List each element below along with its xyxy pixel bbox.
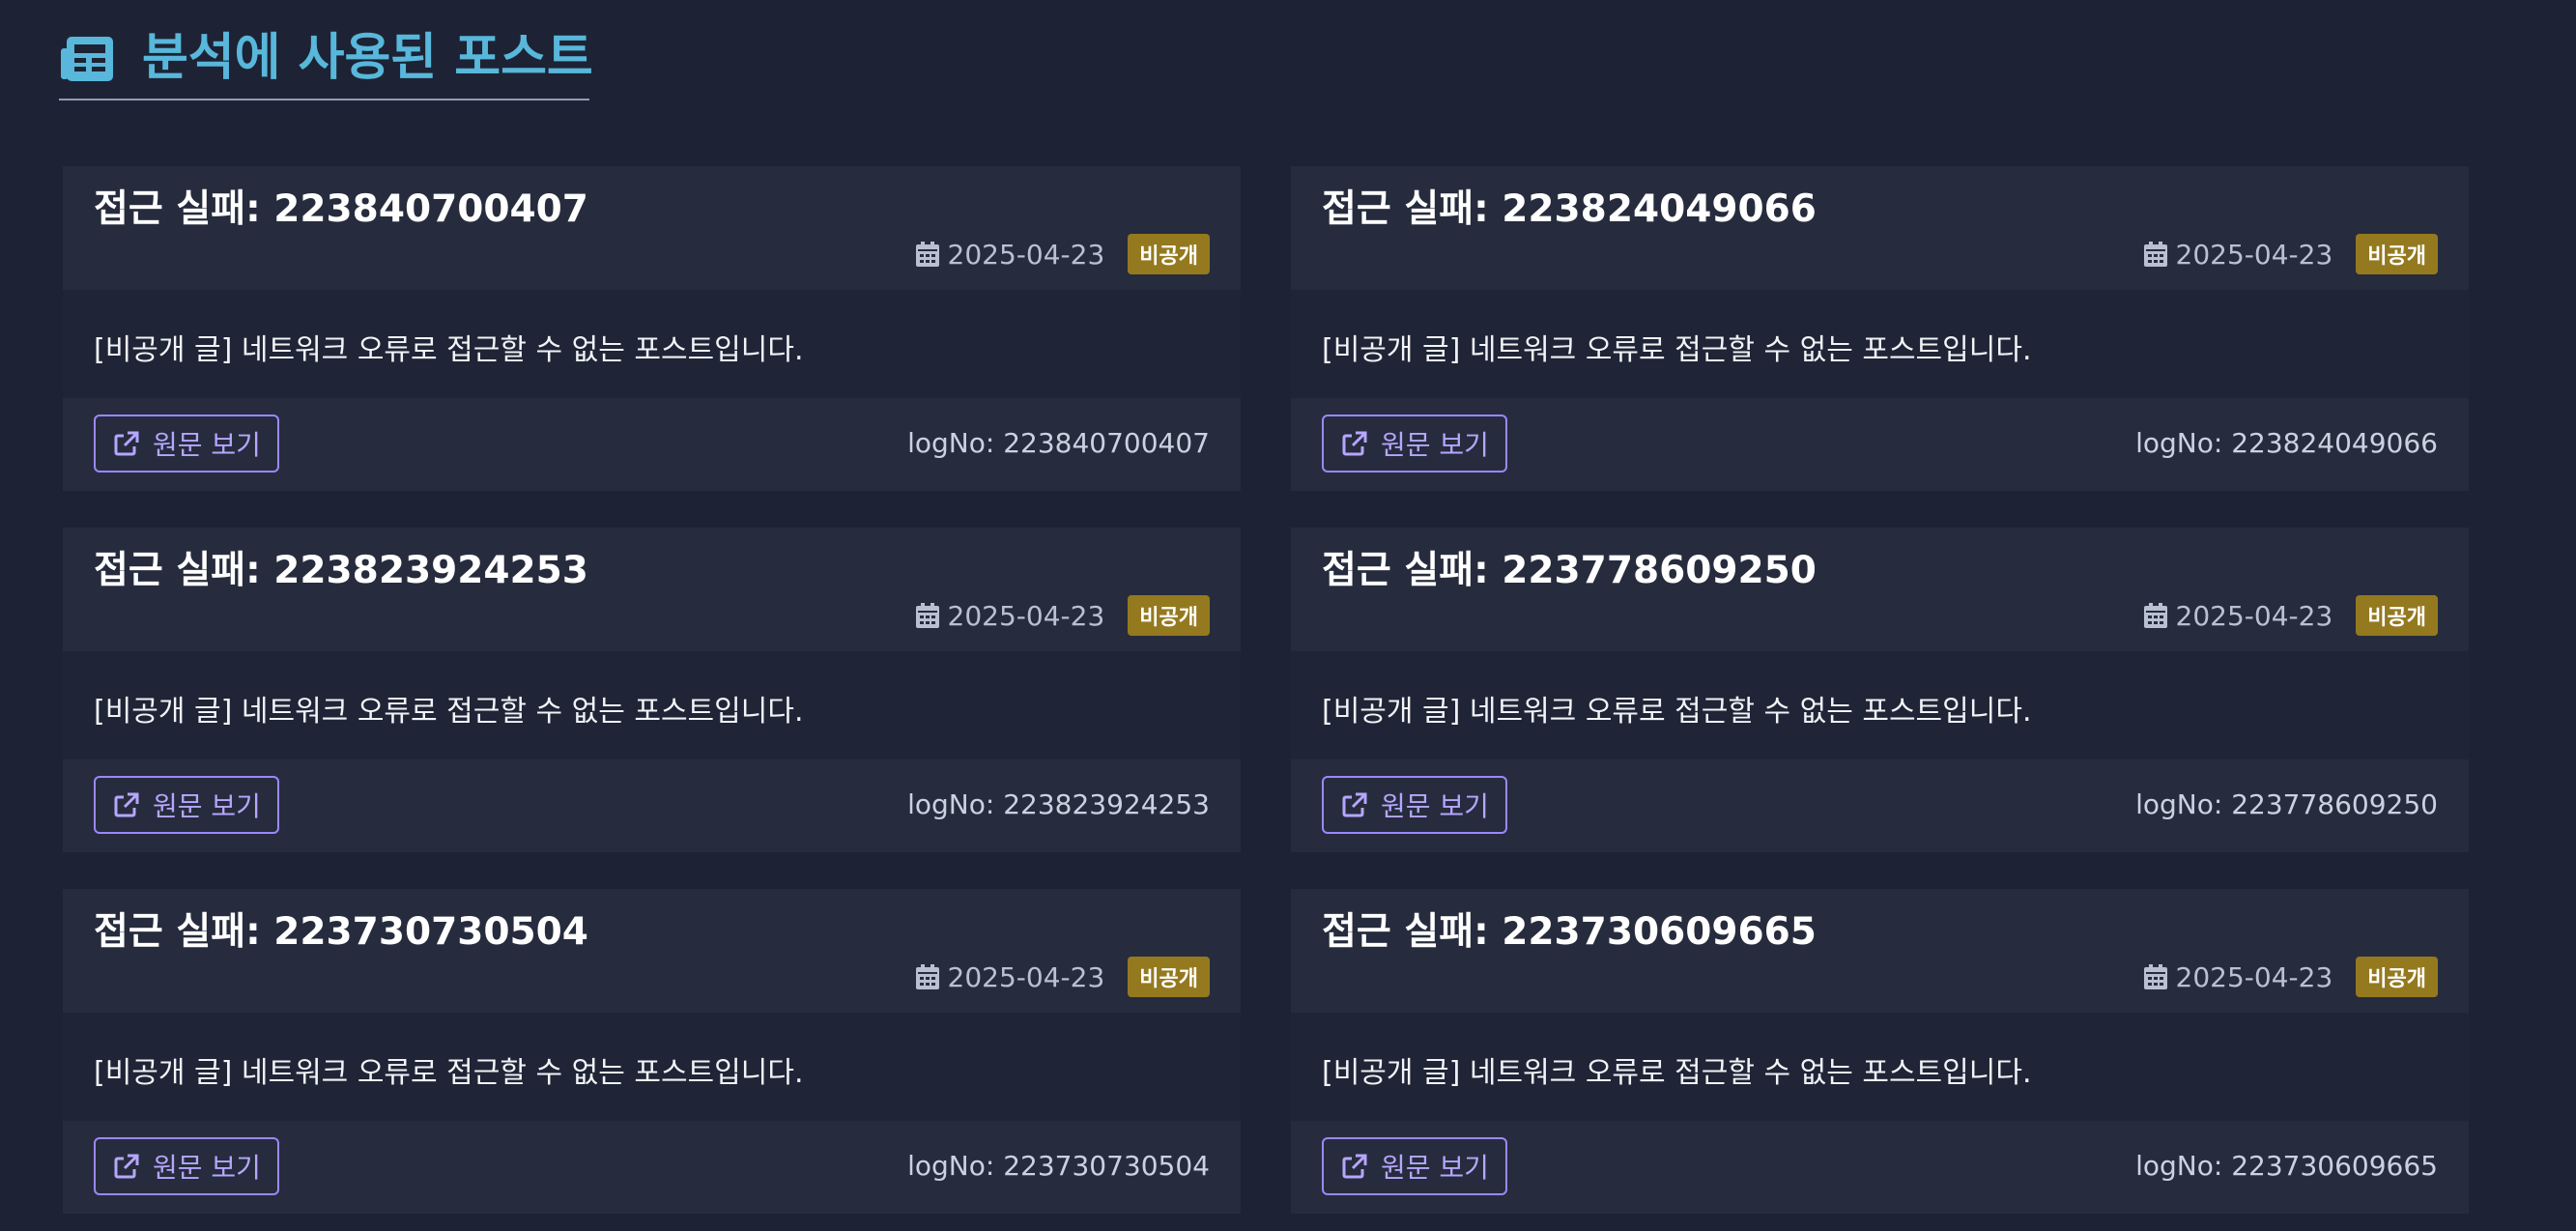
calendar-icon (915, 603, 939, 628)
view-original-label: 원문 보기 (1381, 1152, 1489, 1184)
post-date-text: 2025-04-23 (947, 599, 1105, 632)
external-link-icon (1342, 431, 1367, 456)
post-card: 접근 실패: 223730730504 2025-04-23 비공개 [비공개 … (63, 889, 1241, 1214)
post-title: 접근 실패: 223730730504 (94, 910, 588, 954)
view-original-button[interactable]: 원문 보기 (1322, 415, 1507, 472)
calendar-icon (915, 964, 939, 989)
post-date: 2025-04-23 (2143, 600, 2333, 632)
external-link-icon (114, 1154, 139, 1179)
post-card: 접근 실패: 223823924253 2025-04-23 비공개 [비공개 … (63, 528, 1241, 852)
post-title: 접근 실패: 223823924253 (94, 549, 588, 592)
view-original-label: 원문 보기 (153, 790, 261, 822)
calendar-icon (2143, 964, 2167, 989)
post-card-footer: 원문 보기 logNo: 223730609665 (1291, 1121, 2469, 1214)
post-date-text: 2025-04-23 (2175, 960, 2333, 993)
log-number: logNo: 223824049066 (2135, 427, 2438, 459)
post-date-text: 2025-04-23 (947, 960, 1105, 993)
post-card-footer: 원문 보기 logNo: 223840700407 (63, 398, 1241, 491)
external-link-icon (114, 792, 139, 817)
post-card-header: 접근 실패: 223840700407 2025-04-23 비공개 (63, 166, 1241, 290)
post-title: 접근 실패: 223730609665 (1322, 910, 1817, 954)
newspaper-icon (61, 37, 113, 81)
post-card-header: 접근 실패: 223730730504 2025-04-23 비공개 (63, 889, 1241, 1013)
post-date: 2025-04-23 (915, 238, 1105, 271)
view-original-label: 원문 보기 (153, 1152, 261, 1184)
post-date: 2025-04-23 (2143, 239, 2333, 271)
post-meta: 2025-04-23 비공개 (915, 957, 1210, 997)
log-number: logNo: 223823924253 (907, 788, 1210, 820)
analysis-posts-page: 분석에 사용된 포스트 접근 실패: 223840700407 2025-04-… (0, 0, 2576, 1231)
post-body: [비공개 글] 네트워크 오류로 접근할 수 없는 포스트입니다. (1322, 695, 2032, 729)
post-card: 접근 실패: 223778609250 2025-04-23 비공개 [비공개 … (1291, 528, 2469, 852)
private-badge: 비공개 (1128, 595, 1210, 636)
post-card-header: 접근 실패: 223778609250 2025-04-23 비공개 (1291, 528, 2469, 651)
log-number: logNo: 223778609250 (2135, 788, 2438, 820)
post-body: [비공개 글] 네트워크 오류로 접근할 수 없는 포스트입니다. (1322, 1056, 2032, 1090)
post-date-text: 2025-04-23 (947, 238, 1105, 271)
post-card-footer: 원문 보기 logNo: 223823924253 (63, 759, 1241, 852)
post-title: 접근 실패: 223824049066 (1322, 187, 1817, 231)
post-meta: 2025-04-23 비공개 (915, 595, 1210, 636)
calendar-icon (2143, 242, 2167, 267)
external-link-icon (1342, 792, 1367, 817)
section-title: 분석에 사용된 포스트 (142, 29, 593, 87)
post-meta: 2025-04-23 비공개 (2143, 957, 2438, 997)
log-number: logNo: 223730609665 (2135, 1150, 2438, 1182)
post-meta: 2025-04-23 비공개 (2143, 234, 2438, 274)
post-date-text: 2025-04-23 (2175, 599, 2333, 632)
view-original-button[interactable]: 원문 보기 (94, 415, 279, 472)
view-original-label: 원문 보기 (1381, 429, 1489, 461)
post-card-header: 접근 실패: 223730609665 2025-04-23 비공개 (1291, 889, 2469, 1013)
post-meta: 2025-04-23 비공개 (915, 234, 1210, 274)
post-card-header: 접근 실패: 223823924253 2025-04-23 비공개 (63, 528, 1241, 651)
log-number: logNo: 223730730504 (907, 1150, 1210, 1182)
post-card: 접근 실패: 223824049066 2025-04-23 비공개 [비공개 … (1291, 166, 2469, 491)
post-card-footer: 원문 보기 logNo: 223730730504 (63, 1121, 1241, 1214)
post-date-text: 2025-04-23 (2175, 238, 2333, 271)
post-title: 접근 실패: 223840700407 (94, 187, 588, 231)
external-link-icon (114, 431, 139, 456)
section-header: 분석에 사용된 포스트 (59, 15, 593, 100)
post-card: 접근 실패: 223840700407 2025-04-23 비공개 [비공개 … (63, 166, 1241, 491)
post-body: [비공개 글] 네트워크 오류로 접근할 수 없는 포스트입니다. (94, 333, 804, 367)
private-badge: 비공개 (2356, 595, 2438, 636)
log-number: logNo: 223840700407 (907, 427, 1210, 459)
post-card-header: 접근 실패: 223824049066 2025-04-23 비공개 (1291, 166, 2469, 290)
post-card-footer: 원문 보기 logNo: 223778609250 (1291, 759, 2469, 852)
post-date: 2025-04-23 (915, 960, 1105, 993)
post-card-footer: 원문 보기 logNo: 223824049066 (1291, 398, 2469, 491)
view-original-button[interactable]: 원문 보기 (94, 1137, 279, 1195)
calendar-icon (2143, 603, 2167, 628)
post-date: 2025-04-23 (915, 599, 1105, 632)
post-date: 2025-04-23 (2143, 961, 2333, 993)
post-body: [비공개 글] 네트워크 오류로 접근할 수 없는 포스트입니다. (1322, 333, 2032, 367)
post-meta: 2025-04-23 비공개 (2143, 595, 2438, 636)
private-badge: 비공개 (1128, 957, 1210, 997)
private-badge: 비공개 (1128, 234, 1210, 274)
section-title-underline (59, 99, 589, 100)
post-body: [비공개 글] 네트워크 오류로 접근할 수 없는 포스트입니다. (94, 1056, 804, 1090)
post-card: 접근 실패: 223730609665 2025-04-23 비공개 [비공개 … (1291, 889, 2469, 1214)
view-original-label: 원문 보기 (1381, 790, 1489, 822)
private-badge: 비공개 (2356, 957, 2438, 997)
post-body: [비공개 글] 네트워크 오류로 접근할 수 없는 포스트입니다. (94, 695, 804, 729)
view-original-button[interactable]: 원문 보기 (94, 776, 279, 834)
calendar-icon (915, 242, 939, 267)
private-badge: 비공개 (2356, 234, 2438, 274)
post-title: 접근 실패: 223778609250 (1322, 549, 1817, 592)
external-link-icon (1342, 1154, 1367, 1179)
view-original-label: 원문 보기 (153, 429, 261, 461)
view-original-button[interactable]: 원문 보기 (1322, 1137, 1507, 1195)
view-original-button[interactable]: 원문 보기 (1322, 776, 1507, 834)
